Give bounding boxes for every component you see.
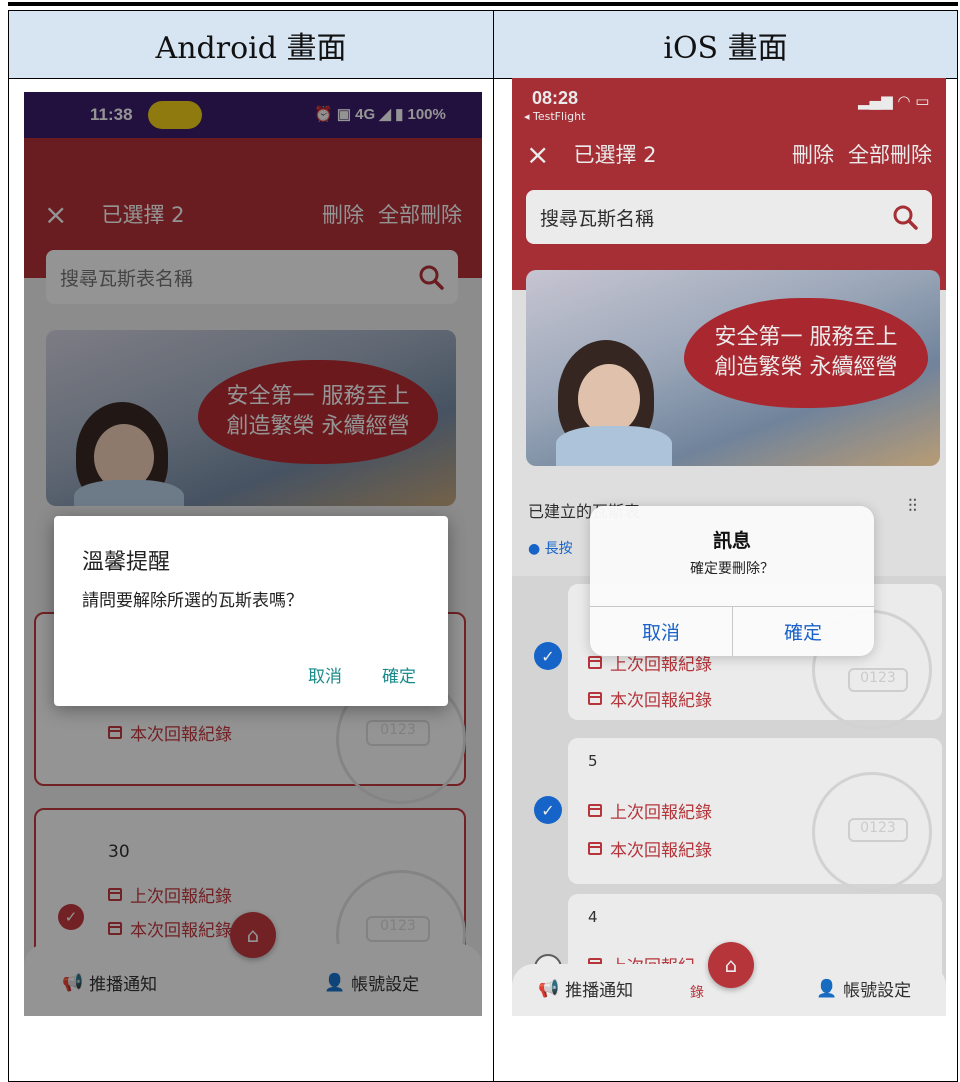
dialog-message: 請問要解除所選的瓦斯表嗎？ [82, 591, 303, 611]
alert-title: 訊息 [712, 530, 751, 552]
android-header: Android 畫面 [155, 31, 347, 66]
android-screen: 11:38 ⏰ ▣ 4G ◢ ▮ 100% × 已選擇 2 刪除 全部刪除 搜尋… [24, 92, 482, 1016]
alert-dialog: 訊息 確定要刪除？ 取消 確定 [590, 506, 874, 656]
dialog-title: 溫馨提醒 [82, 550, 171, 575]
dialog-cancel-button[interactable]: 取消 [308, 662, 342, 687]
confirm-dialog: 溫馨提醒 請問要解除所選的瓦斯表嗎？ 取消 確定 [54, 516, 448, 706]
alert-confirm-button[interactable]: 確定 [732, 606, 874, 656]
column-divider [493, 11, 494, 1081]
dialog-confirm-button[interactable]: 確定 [382, 662, 416, 687]
ios-screen: 08:28 ◂ TestFlight ▂▄▆ ◠ ▭ × 已選擇 2 刪除 全部… [512, 78, 946, 1016]
alert-cancel-button[interactable]: 取消 [590, 606, 732, 656]
alert-message: 確定要刪除？ [690, 561, 774, 577]
ios-header: iOS 畫面 [663, 31, 788, 66]
